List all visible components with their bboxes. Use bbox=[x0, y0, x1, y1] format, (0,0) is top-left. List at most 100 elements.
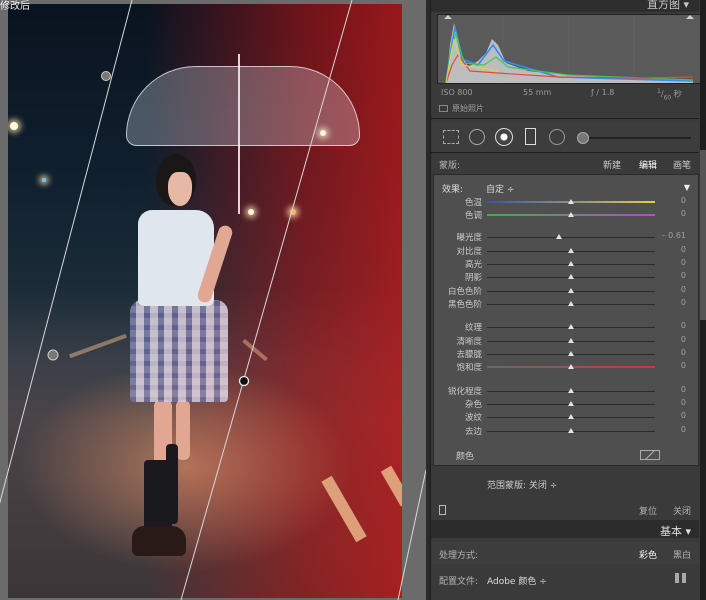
slider-knob[interactable] bbox=[568, 428, 574, 433]
slider-knob[interactable] bbox=[568, 288, 574, 293]
slider-label: 色调 bbox=[464, 211, 482, 221]
slider-row[interactable]: 去边 0 bbox=[434, 425, 698, 438]
mask-label: 蒙版: bbox=[439, 161, 461, 171]
graduated-filter-overlay[interactable] bbox=[0, 0, 426, 600]
shutter-numerator: 1 bbox=[657, 88, 661, 95]
slider-value[interactable]: 0 bbox=[681, 298, 686, 307]
graduated-filter-icon[interactable] bbox=[525, 128, 536, 145]
slider-label: 波纹 bbox=[464, 413, 482, 423]
slider-value[interactable]: 0 bbox=[681, 411, 686, 420]
slider-value[interactable]: 0 bbox=[681, 385, 686, 394]
slider-value[interactable]: – 0.61 bbox=[662, 231, 686, 240]
slider-label: 色温 bbox=[464, 198, 482, 208]
slider-row[interactable]: 白色色阶 0 bbox=[434, 285, 698, 298]
checkbox-icon[interactable] bbox=[439, 105, 448, 112]
slider-value[interactable]: 0 bbox=[681, 348, 686, 357]
brush-size-knob[interactable] bbox=[577, 132, 589, 144]
slider-label: 清晰度 bbox=[456, 337, 482, 347]
profile-dropdown[interactable]: Adobe 颜色 ÷ bbox=[487, 574, 547, 587]
slider-value[interactable]: 0 bbox=[681, 271, 686, 280]
basic-title[interactable]: 基本 ▾ bbox=[660, 523, 691, 539]
slider-row[interactable]: 曝光度 – 0.61 bbox=[434, 231, 698, 244]
slider-knob[interactable] bbox=[568, 301, 574, 306]
slider-knob[interactable] bbox=[568, 388, 574, 393]
aperture: ƒ / 1.8 bbox=[591, 88, 615, 97]
shutter-speed: 1/60 秒 bbox=[657, 88, 682, 102]
slider-knob[interactable] bbox=[568, 364, 574, 369]
mask-new-button[interactable]: 新建 bbox=[603, 158, 621, 171]
mask-edit-button[interactable]: 编辑 bbox=[639, 158, 657, 171]
red-eye-icon[interactable] bbox=[495, 128, 513, 146]
filter-guide-line bbox=[0, 0, 133, 504]
slider-row[interactable]: 去朦胧 0 bbox=[434, 348, 698, 361]
slider-knob[interactable] bbox=[568, 414, 574, 419]
slider-knob[interactable] bbox=[556, 234, 563, 239]
range-mask-dropdown[interactable]: 范围蒙版: 关闭 ÷ bbox=[487, 478, 557, 491]
slider-knob[interactable] bbox=[568, 401, 574, 406]
slider-value[interactable]: 0 bbox=[681, 335, 686, 344]
original-photo-toggle[interactable]: 原始照片 bbox=[439, 103, 484, 114]
slider-row[interactable]: 锐化程度 0 bbox=[434, 385, 698, 398]
divider bbox=[431, 152, 699, 153]
slider-value[interactable]: 0 bbox=[681, 196, 686, 205]
slider-row[interactable]: 纹理 0 bbox=[434, 321, 698, 334]
slider-knob[interactable] bbox=[568, 261, 574, 266]
color-swatch[interactable] bbox=[640, 450, 660, 460]
histogram-title[interactable]: 直方图 ▾ bbox=[647, 0, 689, 12]
slider-row[interactable]: 饱和度 0 bbox=[434, 361, 698, 374]
slider-label: 纹理 bbox=[464, 323, 482, 333]
profile-browser-icon[interactable] bbox=[675, 573, 687, 583]
slider-knob[interactable] bbox=[568, 199, 574, 204]
slider-knob[interactable] bbox=[568, 324, 574, 329]
close-button[interactable]: 关闭 bbox=[673, 504, 691, 517]
process-color-button[interactable]: 彩色 bbox=[639, 548, 657, 561]
slider-knob[interactable] bbox=[568, 351, 574, 356]
basic-panel-header[interactable]: 基本 ▾ bbox=[431, 520, 699, 538]
crop-tool-icon[interactable] bbox=[443, 130, 459, 144]
highlight-clip-icon bbox=[686, 15, 694, 19]
view-caption: 修改后 bbox=[0, 1, 30, 12]
mask-brush-button[interactable]: 画笔 bbox=[673, 158, 691, 171]
histogram-header[interactable]: 直方图 ▾ bbox=[431, 0, 699, 12]
collapse-triangle-icon[interactable]: ▼ bbox=[684, 183, 690, 192]
process-bw-button[interactable]: 黑白 bbox=[673, 548, 691, 561]
slider-value[interactable]: 0 bbox=[681, 245, 686, 254]
slider-row[interactable]: 色调 0 bbox=[434, 209, 698, 222]
brush-size-slider[interactable] bbox=[577, 137, 691, 139]
panel-scrollbar-thumb[interactable] bbox=[700, 150, 706, 320]
histogram bbox=[437, 14, 701, 84]
slider-row[interactable]: 色温 0 bbox=[434, 196, 698, 209]
slider-row[interactable]: 杂色 0 bbox=[434, 398, 698, 411]
slider-label: 黑色色阶 bbox=[447, 300, 482, 310]
slider-row[interactable]: 黑色色阶 0 bbox=[434, 298, 698, 311]
slider-label: 曝光度 bbox=[456, 233, 482, 243]
slider-label: 锐化程度 bbox=[447, 387, 482, 397]
slider-knob[interactable] bbox=[568, 248, 574, 253]
slider-row[interactable]: 清晰度 0 bbox=[434, 335, 698, 348]
slider-value[interactable]: 0 bbox=[681, 361, 686, 370]
slider-label: 去朦胧 bbox=[456, 350, 482, 360]
slider-knob[interactable] bbox=[568, 338, 574, 343]
slider-row[interactable]: 高光 0 bbox=[434, 258, 698, 271]
slider-value[interactable]: 0 bbox=[681, 285, 686, 294]
profile-row: 配置文件: Adobe 颜色 ÷ bbox=[431, 566, 699, 592]
reset-button[interactable]: 复位 bbox=[639, 504, 657, 517]
effect-preset-dropdown[interactable]: 自定 ÷ bbox=[486, 182, 514, 195]
panel-switch-icon[interactable] bbox=[439, 505, 446, 515]
slider-row[interactable]: 波纹 0 bbox=[434, 411, 698, 424]
photo-canvas[interactable]: 修改后 bbox=[0, 0, 426, 600]
slider-value[interactable]: 0 bbox=[681, 425, 686, 434]
filter-pin bbox=[47, 349, 59, 361]
slider-value[interactable]: 0 bbox=[681, 209, 686, 218]
radial-filter-icon[interactable] bbox=[549, 129, 565, 145]
slider-value[interactable]: 0 bbox=[681, 321, 686, 330]
slider-knob[interactable] bbox=[568, 212, 574, 217]
slider-knob[interactable] bbox=[568, 274, 574, 279]
slider-value[interactable]: 0 bbox=[681, 398, 686, 407]
slider-row[interactable]: 对比度 0 bbox=[434, 245, 698, 258]
spot-removal-icon[interactable] bbox=[469, 129, 485, 145]
slider-row[interactable]: 阴影 0 bbox=[434, 271, 698, 284]
slider-value[interactable]: 0 bbox=[681, 258, 686, 267]
slider-track[interactable] bbox=[487, 237, 655, 238]
iso-value: ISO 800 bbox=[441, 88, 473, 97]
